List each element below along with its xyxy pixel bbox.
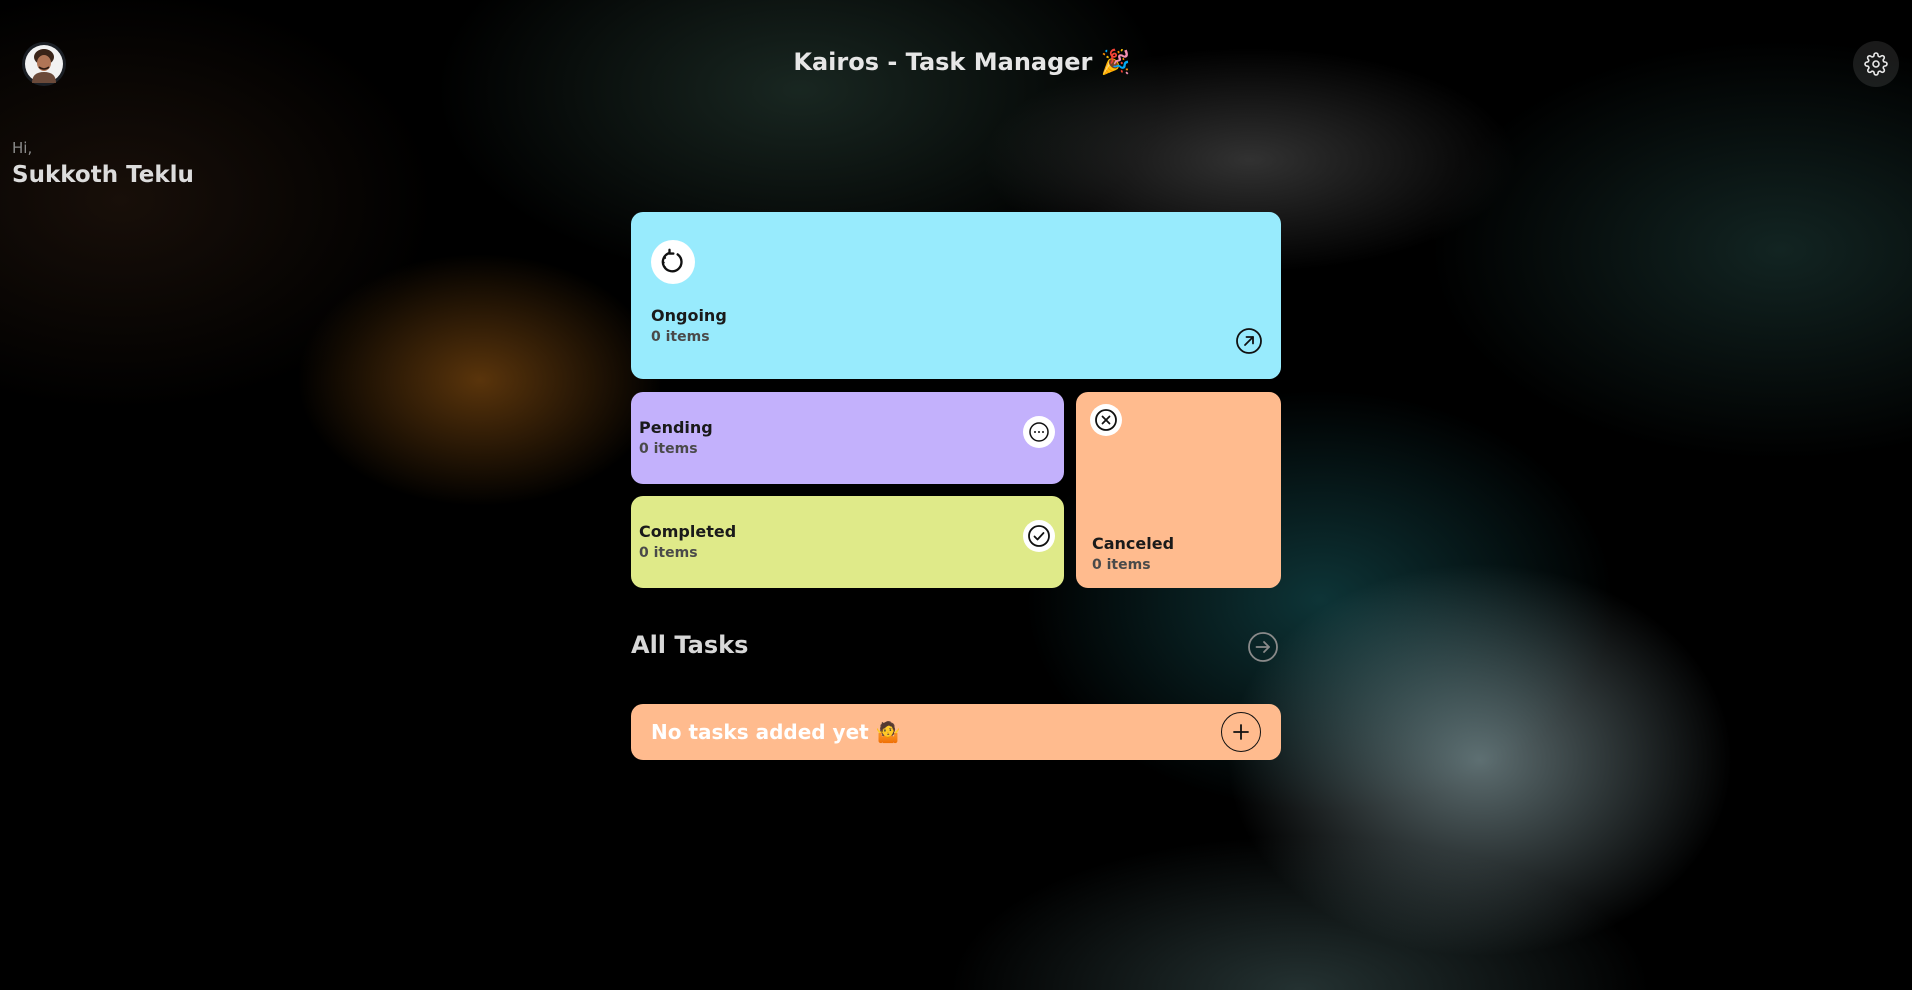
settings-button[interactable] <box>1853 41 1899 87</box>
pending-card[interactable]: Pending 0 items <box>631 392 1064 484</box>
add-task-button[interactable] <box>1221 712 1261 752</box>
app-root: Kairos - Task Manager 🎉 Hi, Sukkoth Tekl… <box>0 0 1912 990</box>
completed-card[interactable]: Completed 0 items <box>631 496 1064 588</box>
arrow-up-right-icon[interactable] <box>1235 327 1263 355</box>
canceled-count: 0 items <box>1092 557 1151 573</box>
arrow-right-icon <box>1248 632 1278 662</box>
all-tasks-title: All Tasks <box>631 631 749 659</box>
check-icon <box>1023 520 1055 552</box>
greeting-name: Sukkoth Teklu <box>12 162 194 188</box>
canceled-label: Canceled <box>1092 534 1175 553</box>
pending-label: Pending <box>639 418 713 437</box>
ongoing-count: 0 items <box>651 329 710 345</box>
completed-label: Completed <box>639 522 737 541</box>
empty-tasks-banner: No tasks added yet 🤷 <box>631 704 1281 760</box>
empty-tasks-text: No tasks added yet 🤷 <box>651 720 901 744</box>
gear-icon <box>1864 52 1888 76</box>
all-tasks-arrow-button[interactable] <box>1247 631 1279 663</box>
pending-count: 0 items <box>639 441 698 457</box>
app-title: Kairos - Task Manager 🎉 <box>793 48 1131 76</box>
greeting-hi: Hi, <box>12 139 33 157</box>
x-icon <box>1090 404 1122 436</box>
canceled-card[interactable]: Canceled 0 items <box>1076 392 1281 588</box>
rotate-icon <box>651 240 695 284</box>
ellipsis-icon <box>1023 416 1055 448</box>
ongoing-label: Ongoing <box>651 306 727 325</box>
ongoing-card[interactable]: Ongoing 0 items <box>631 212 1281 379</box>
completed-count: 0 items <box>639 545 698 561</box>
plus-icon <box>1233 724 1249 740</box>
